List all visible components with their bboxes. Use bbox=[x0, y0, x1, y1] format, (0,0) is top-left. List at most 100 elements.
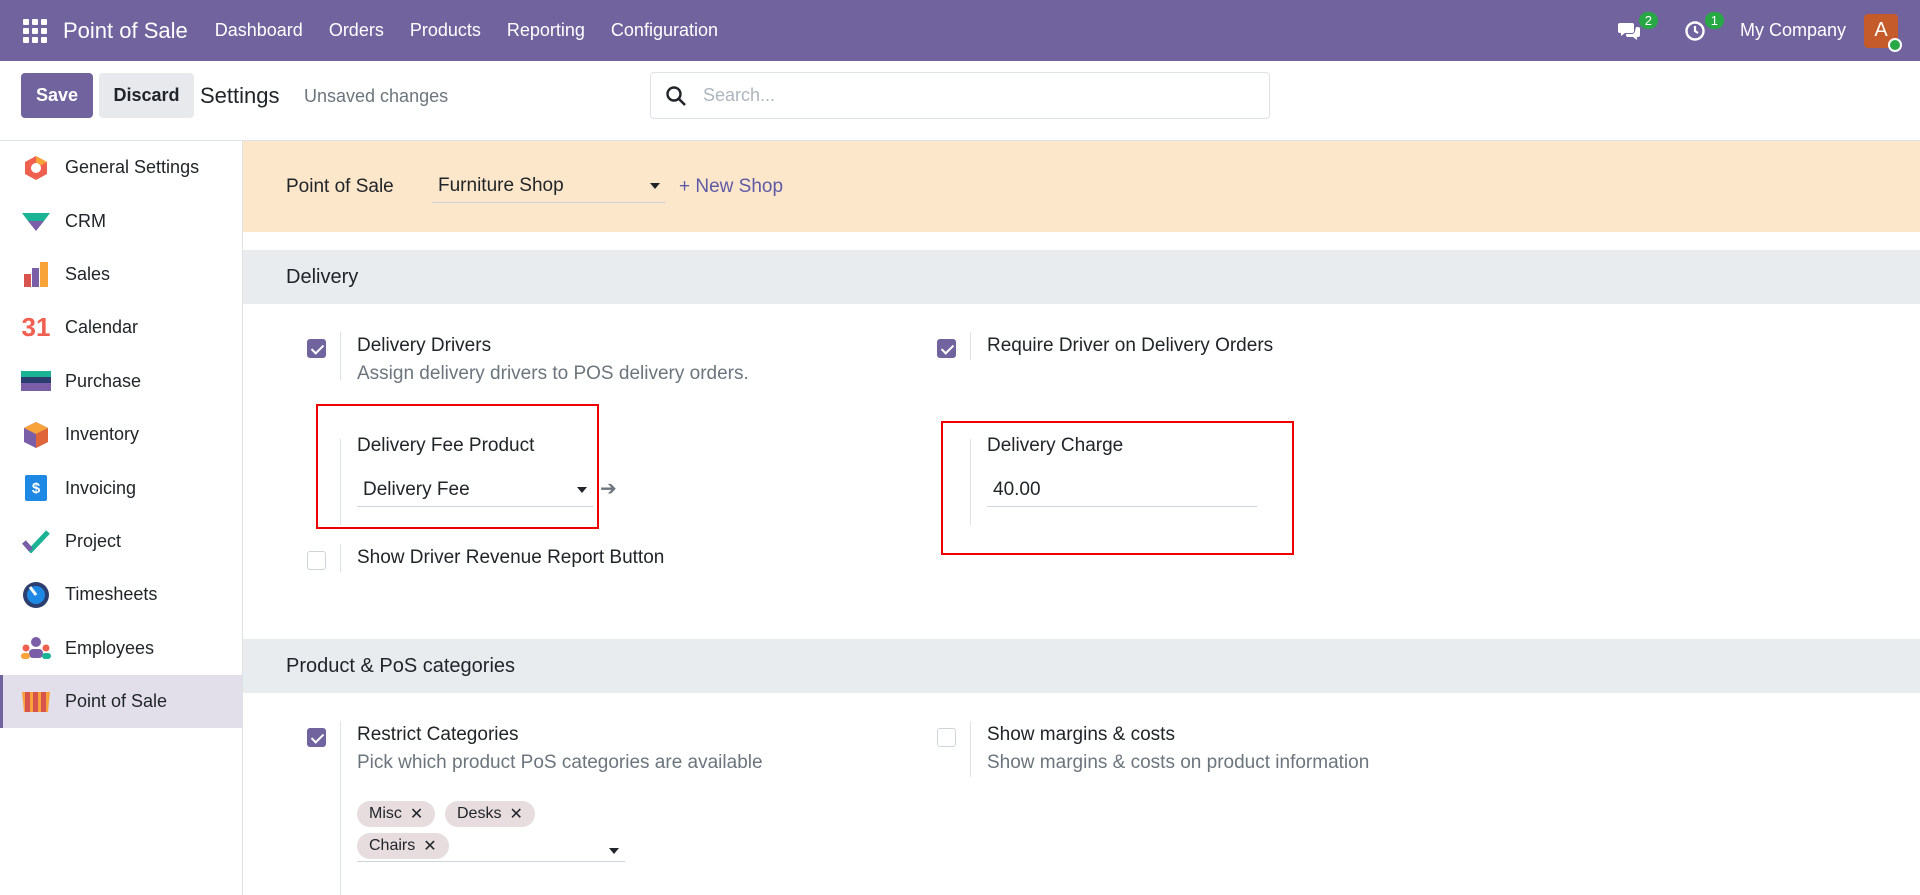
sidebar-item-label: General Settings bbox=[65, 157, 200, 178]
shop-select[interactable]: Furniture Shop bbox=[432, 170, 666, 203]
sidebar-item-point-of-sale[interactable]: Point of Sale bbox=[0, 674, 242, 729]
messages-badge: 2 bbox=[1638, 11, 1658, 29]
settings-sidebar: General Settings CRM Sales 31 Calendar P… bbox=[0, 141, 243, 895]
user-avatar[interactable]: A bbox=[1864, 13, 1902, 52]
apps-menu-icon[interactable] bbox=[23, 18, 47, 43]
require-driver-checkbox[interactable] bbox=[937, 339, 956, 358]
sidebar-item-label: Timesheets bbox=[65, 584, 158, 605]
online-status-icon bbox=[1888, 37, 1902, 52]
app-brand[interactable]: Point of Sale bbox=[63, 18, 188, 44]
divider bbox=[970, 332, 971, 360]
calendar-icon: 31 bbox=[21, 312, 51, 343]
sidebar-item-label: Calendar bbox=[65, 317, 139, 338]
sidebar-item-general-settings[interactable]: General Settings bbox=[0, 141, 242, 194]
control-panel: Save Discard Settings Unsaved changes bbox=[0, 61, 1920, 141]
sidebar-item-purchase[interactable]: Purchase bbox=[0, 355, 242, 408]
chat-icon bbox=[1617, 22, 1640, 40]
sidebar-item-invoicing[interactable]: $ Invoicing bbox=[0, 461, 242, 514]
sidebar-item-project[interactable]: Project bbox=[0, 515, 242, 568]
employees-icon bbox=[21, 633, 51, 663]
section-heading: Product & PoS categories bbox=[243, 639, 1920, 693]
remove-tag-icon[interactable]: ✕ bbox=[509, 804, 522, 824]
setting-title: Restrict Categories bbox=[357, 724, 519, 745]
invoicing-icon-symbol: $ bbox=[25, 475, 47, 502]
setting-title: Require Driver on Delivery Orders bbox=[987, 335, 1274, 356]
menu-dashboard[interactable]: Dashboard bbox=[202, 0, 316, 61]
show-margins-checkbox[interactable] bbox=[937, 728, 956, 747]
messages-button[interactable]: 2 bbox=[1614, 11, 1658, 46]
chevron-down-icon bbox=[650, 183, 660, 189]
category-tag: Chairs ✕ bbox=[357, 833, 449, 859]
inventory-icon bbox=[21, 420, 51, 450]
save-button[interactable]: Save bbox=[21, 73, 93, 118]
menu-reporting[interactable]: Reporting bbox=[494, 0, 598, 61]
sidebar-item-employees[interactable]: Employees bbox=[0, 622, 242, 675]
setting-title: Show Driver Revenue Report Button bbox=[357, 547, 665, 568]
sidebar-item-label: Purchase bbox=[65, 370, 142, 391]
search-input[interactable] bbox=[703, 85, 1243, 106]
categories-section: Product & PoS categories Restrict Catego… bbox=[243, 639, 1920, 895]
category-tag: Misc ✕ bbox=[357, 801, 436, 827]
activities-badge: 1 bbox=[1704, 11, 1724, 29]
tags-field-underline bbox=[357, 861, 625, 862]
highlight-box bbox=[941, 421, 1294, 555]
remove-tag-icon[interactable]: ✕ bbox=[410, 804, 423, 824]
sidebar-item-calendar[interactable]: 31 Calendar bbox=[0, 301, 242, 354]
search-icon bbox=[666, 85, 686, 106]
sidebar-item-sales[interactable]: Sales bbox=[0, 248, 242, 301]
delivery-drivers-checkbox[interactable] bbox=[307, 339, 326, 358]
divider bbox=[340, 721, 341, 895]
setting-description: Pick which product PoS categories are av… bbox=[357, 752, 763, 773]
divider bbox=[340, 544, 341, 572]
discard-button[interactable]: Discard bbox=[99, 73, 194, 118]
setting-title: Show margins & costs bbox=[987, 724, 1175, 745]
crm-icon bbox=[21, 206, 51, 236]
page-title: Settings bbox=[200, 83, 280, 108]
top-navbar: Point of Sale Dashboard Orders Products … bbox=[0, 0, 1920, 61]
invoicing-icon: $ bbox=[21, 473, 51, 503]
chevron-down-icon[interactable] bbox=[609, 848, 619, 854]
setting-description: Show margins & costs on product informat… bbox=[987, 752, 1370, 773]
tag-label: Misc bbox=[369, 805, 402, 822]
company-switcher[interactable]: My Company bbox=[1740, 20, 1846, 41]
shop-label: Point of Sale bbox=[286, 175, 394, 197]
settings-content: Point of Sale Furniture Shop + New Shop … bbox=[243, 141, 1920, 895]
tag-label: Chairs bbox=[369, 837, 416, 854]
restrict-categories-checkbox[interactable] bbox=[307, 728, 326, 747]
section-heading: Delivery bbox=[243, 250, 1920, 304]
shop-select-value: Furniture Shop bbox=[438, 175, 564, 196]
shop-bar: Point of Sale Furniture Shop + New Shop bbox=[243, 141, 1920, 232]
activities-button[interactable]: 1 bbox=[1680, 11, 1724, 46]
menu-products[interactable]: Products bbox=[397, 0, 494, 61]
avatar-letter: A bbox=[1874, 19, 1888, 41]
sales-icon bbox=[21, 259, 51, 289]
search-box bbox=[650, 72, 1270, 119]
sidebar-item-label: Sales bbox=[65, 263, 111, 284]
systray: 2 1 My Company A bbox=[1600, 0, 1920, 61]
menu-configuration[interactable]: Configuration bbox=[598, 0, 731, 61]
divider bbox=[970, 721, 971, 777]
sidebar-item-label: Point of Sale bbox=[65, 691, 168, 712]
sidebar-item-crm[interactable]: CRM bbox=[0, 194, 242, 247]
timesheets-icon bbox=[21, 580, 51, 610]
project-icon bbox=[21, 526, 51, 556]
new-shop-button[interactable]: + New Shop bbox=[679, 176, 783, 198]
revenue-report-checkbox[interactable] bbox=[307, 551, 326, 570]
sidebar-item-timesheets[interactable]: Timesheets bbox=[0, 568, 242, 621]
sidebar-item-label: Employees bbox=[65, 637, 155, 658]
remove-tag-icon[interactable]: ✕ bbox=[423, 836, 436, 856]
sidebar-item-inventory[interactable]: Inventory bbox=[0, 408, 242, 461]
menu-orders[interactable]: Orders bbox=[316, 0, 397, 61]
unsaved-status: Unsaved changes bbox=[304, 86, 449, 106]
divider bbox=[340, 332, 341, 380]
purchase-icon bbox=[21, 366, 51, 396]
internal-link-arrow-icon[interactable]: ➔ bbox=[600, 476, 617, 501]
tag-label: Desks bbox=[457, 805, 502, 822]
sidebar-item-label: Invoicing bbox=[65, 477, 137, 498]
sidebar-item-label: Project bbox=[65, 530, 122, 551]
setting-description: Assign delivery drivers to POS delivery … bbox=[357, 363, 749, 384]
main-menu: Dashboard Orders Products Reporting Conf… bbox=[202, 0, 731, 61]
sidebar-item-label: CRM bbox=[65, 210, 106, 231]
highlight-box bbox=[316, 404, 599, 529]
delivery-section: Delivery Delivery Drivers Assign deliver… bbox=[243, 250, 1920, 572]
